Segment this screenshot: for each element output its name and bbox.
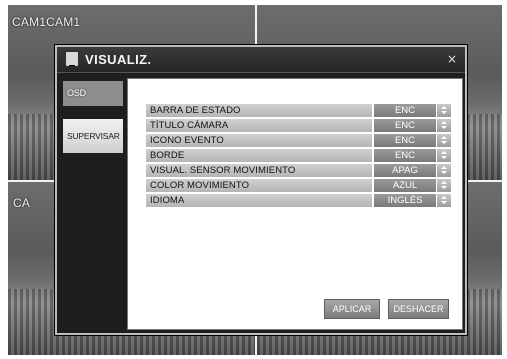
setting-label: ICONO EVENTO <box>146 134 372 147</box>
setting-value[interactable]: AZUL <box>374 179 436 192</box>
close-button[interactable]: × <box>445 52 459 66</box>
setting-label: VISUAL. SENSOR MOVIMIENTO <box>146 164 372 177</box>
setting-row-camera-title[interactable]: TÍTULO CÁMARA ENC <box>146 119 452 132</box>
tab-supervisar[interactable]: SUPERVISAR <box>63 119 123 153</box>
setting-row-motion-sensor-display[interactable]: VISUAL. SENSOR MOVIMIENTO APAG <box>146 164 452 177</box>
setting-row-event-icon[interactable]: ICONO EVENTO ENC <box>146 134 452 147</box>
setting-label: BARRA DE ESTADO <box>146 104 372 117</box>
setting-row-border[interactable]: BORDE ENC <box>146 149 452 162</box>
settings-panel: BARRA DE ESTADO ENC TÍTULO CÁMARA ENC IC… <box>127 78 463 330</box>
setting-label: TÍTULO CÁMARA <box>146 119 372 132</box>
undo-button[interactable]: DESHACER <box>388 299 449 319</box>
setting-label: COLOR MOVIMIENTO <box>146 179 372 192</box>
setting-row-language[interactable]: IDIOMA INGLÉS <box>146 194 452 207</box>
setting-row-status-bar[interactable]: BARRA DE ESTADO ENC <box>146 104 452 117</box>
spinner-arrows-icon[interactable] <box>437 194 451 207</box>
spinner-arrows-icon[interactable] <box>437 104 451 117</box>
spinner-arrows-icon[interactable] <box>437 134 451 147</box>
camera-title-top-left: CAM1CAM1 <box>12 15 81 29</box>
camera-monitor-screen: CAM1CAM1 CA VISUALIZ. × OSD SUPERVISAR B… <box>8 5 502 355</box>
setting-value[interactable]: APAG <box>374 164 436 177</box>
setting-label: IDIOMA <box>146 194 372 207</box>
spinner-arrows-icon[interactable] <box>437 149 451 162</box>
monitor-icon <box>66 52 78 66</box>
camera-title-bottom-left: CA <box>13 196 31 210</box>
setting-value[interactable]: ENC <box>374 149 436 162</box>
setting-value[interactable]: ENC <box>374 104 436 117</box>
dialog-title: VISUALIZ. <box>85 52 152 67</box>
apply-button[interactable]: APLICAR <box>324 299 380 319</box>
setting-label: BORDE <box>146 149 372 162</box>
spinner-arrows-icon[interactable] <box>437 179 451 192</box>
spinner-arrows-icon[interactable] <box>437 164 451 177</box>
setting-value[interactable]: INGLÉS <box>374 194 436 207</box>
spinner-arrows-icon[interactable] <box>437 119 451 132</box>
display-settings-dialog: VISUALIZ. × OSD SUPERVISAR BARRA DE ESTA… <box>55 45 467 335</box>
setting-row-motion-color[interactable]: COLOR MOVIMIENTO AZUL <box>146 179 452 192</box>
dialog-titlebar: VISUALIZ. × <box>57 47 465 73</box>
setting-value[interactable]: ENC <box>374 134 436 147</box>
setting-value[interactable]: ENC <box>374 119 436 132</box>
tab-osd[interactable]: OSD <box>63 81 123 106</box>
